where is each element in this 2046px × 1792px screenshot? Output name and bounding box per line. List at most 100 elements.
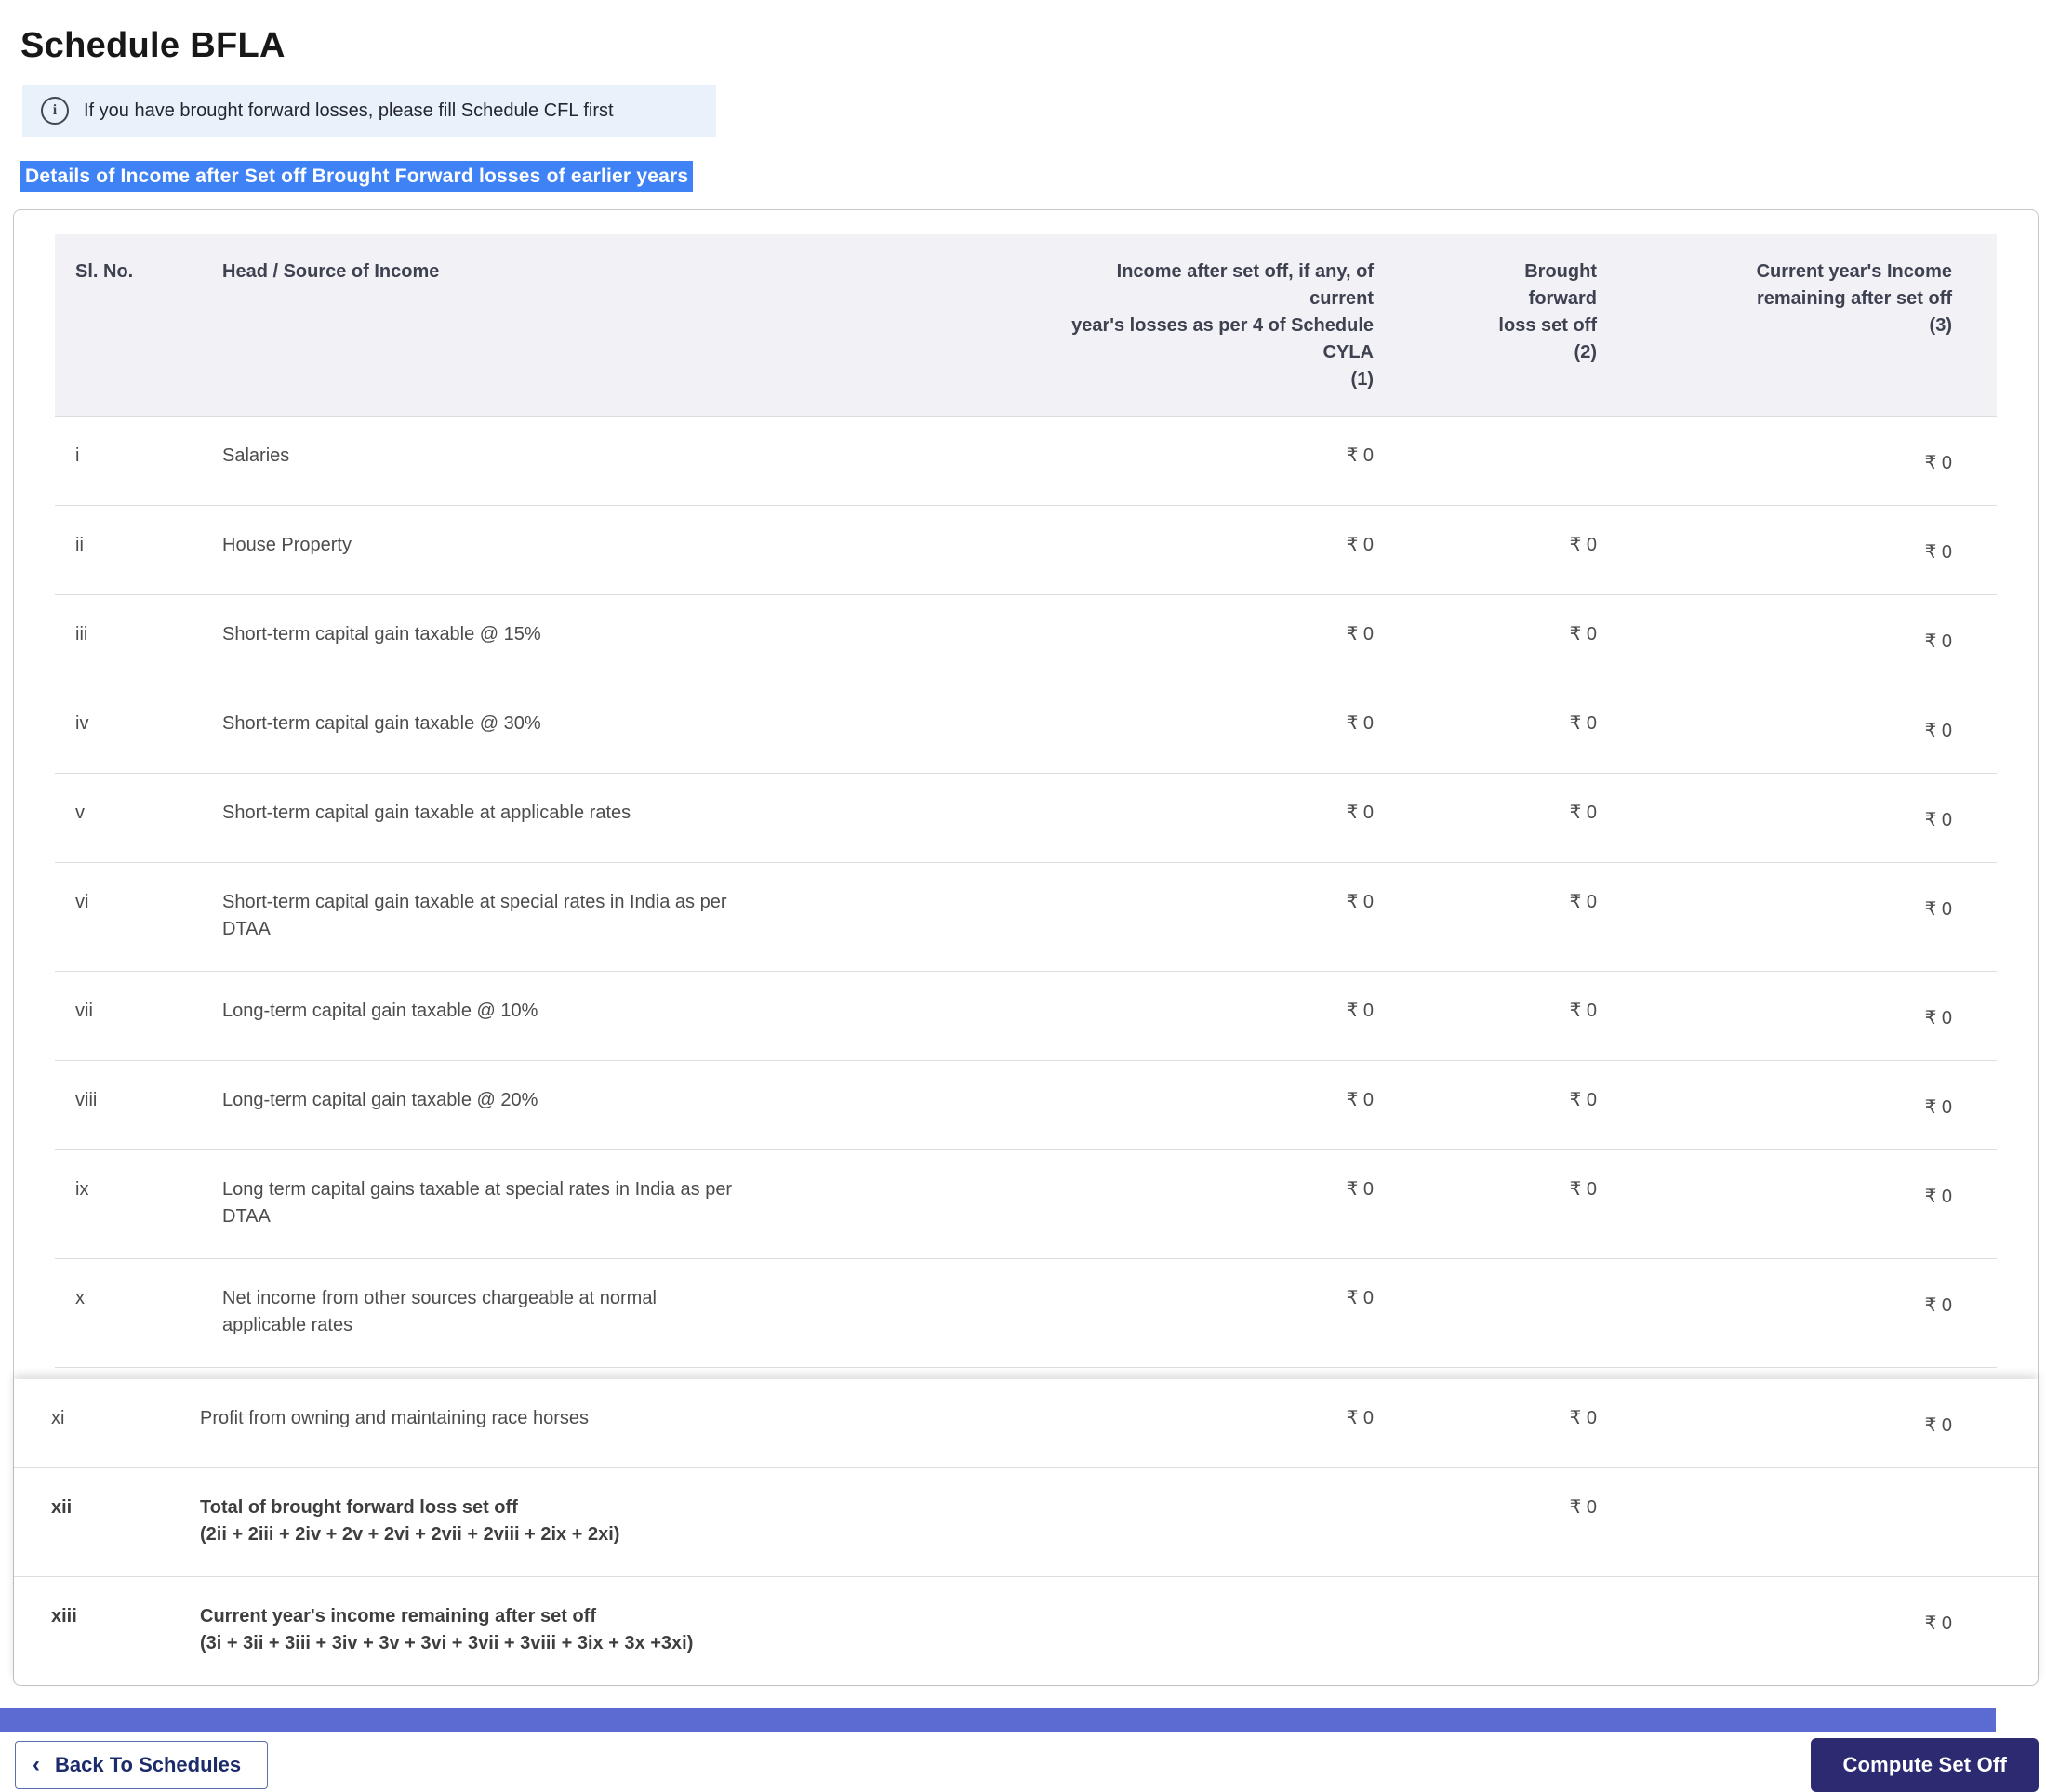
- row-col1-value: ₹ 0: [974, 417, 1402, 506]
- row-col1-value: ₹ 0: [974, 684, 1402, 774]
- row-sl: iv: [55, 684, 222, 774]
- row-col1-value: [974, 1577, 1402, 1686]
- row-col1-value: ₹ 0: [974, 972, 1402, 1061]
- header-col3: Current year's Income remaining after se…: [1625, 234, 1997, 417]
- row-col2-value: ₹ 0: [1402, 1061, 1625, 1150]
- row-label: Salaries: [222, 417, 974, 506]
- header-sl-no: Sl. No.: [55, 234, 222, 417]
- row-col2-value: ₹ 0: [1402, 774, 1625, 863]
- row-sl: xii: [14, 1468, 200, 1577]
- header-col1: Income after set off, if any, of current…: [974, 234, 1402, 417]
- row-sl: xiii: [14, 1577, 200, 1686]
- row-sl: ix: [55, 1150, 222, 1259]
- table-header-row: Sl. No. Head / Source of Income Income a…: [55, 234, 1997, 417]
- row-col3-value: ₹ 0: [1625, 1577, 2038, 1686]
- row-col3-value: ₹ 0: [1625, 595, 1997, 684]
- table-row: vi Short-term capital gain taxable at sp…: [55, 863, 1997, 972]
- row-col2-value: ₹ 0: [1402, 972, 1625, 1061]
- table-row: v Short-term capital gain taxable at app…: [55, 774, 1997, 863]
- bfla-table: Sl. No. Head / Source of Income Income a…: [55, 234, 1997, 1368]
- row-sl: viii: [55, 1061, 222, 1150]
- table-row: viii Long-term capital gain taxable @ 20…: [55, 1061, 1997, 1150]
- row-col2-value: [1402, 1577, 1625, 1686]
- row-col3-value: ₹ 0: [1625, 417, 1997, 506]
- table-row: iv Short-term capital gain taxable @ 30%…: [55, 684, 1997, 774]
- row-col3-value: ₹ 0: [1625, 506, 1997, 595]
- row-sl: xi: [14, 1379, 200, 1468]
- table-row: ix Long term capital gains taxable at sp…: [55, 1150, 1997, 1259]
- row-col1-value: [974, 1468, 1402, 1577]
- row-col2-value: ₹ 0: [1402, 595, 1625, 684]
- action-bar: ‹ Back To Schedules Compute Set Off: [15, 1738, 2039, 1792]
- table-row: xi Profit from owning and maintaining ra…: [14, 1379, 2038, 1468]
- header-col2: Brought forward loss set off (2): [1402, 234, 1625, 417]
- row-col2-value: ₹ 0: [1402, 1379, 1625, 1468]
- row-sl: i: [55, 417, 222, 506]
- row-sl: v: [55, 774, 222, 863]
- table-row: i Salaries ₹ 0 ₹ 0: [55, 417, 1997, 506]
- back-to-schedules-button[interactable]: ‹ Back To Schedules: [15, 1741, 268, 1789]
- row-col1-value: ₹ 0: [974, 1061, 1402, 1150]
- row-col2-value: [1402, 417, 1625, 506]
- table-wrap: Sl. No. Head / Source of Income Income a…: [14, 210, 2038, 1368]
- row-col3-value: [1625, 1468, 2038, 1577]
- row-col3-value: ₹ 0: [1625, 1379, 2038, 1468]
- row-col3-value: ₹ 0: [1625, 774, 1997, 863]
- row-label: Current year's income remaining after se…: [200, 1577, 974, 1686]
- row-label: Total of brought forward loss set off (2…: [200, 1468, 974, 1577]
- row-col3-value: ₹ 0: [1625, 1150, 1997, 1259]
- row-col3-value: ₹ 0: [1625, 1259, 1997, 1368]
- row-col2-value: ₹ 0: [1402, 506, 1625, 595]
- row-label: Short-term capital gain taxable at speci…: [222, 863, 974, 972]
- info-icon: i: [41, 97, 69, 125]
- bfla-footer-table: xi Profit from owning and maintaining ra…: [14, 1379, 2038, 1685]
- row-col2-value: [1402, 1259, 1625, 1368]
- row-col1-value: ₹ 0: [974, 506, 1402, 595]
- table-row: ii House Property ₹ 0 ₹ 0 ₹ 0: [55, 506, 1997, 595]
- info-banner: i If you have brought forward losses, pl…: [22, 85, 716, 137]
- row-label: Long term capital gains taxable at speci…: [222, 1150, 974, 1259]
- chevron-left-icon: ‹: [33, 1754, 40, 1776]
- row-col2-value: ₹ 0: [1402, 1468, 1625, 1577]
- row-col1-value: ₹ 0: [974, 863, 1402, 972]
- header-source: Head / Source of Income: [222, 234, 974, 417]
- row-col1-value: ₹ 0: [974, 1379, 1402, 1468]
- table-row-total-bfl: xii Total of brought forward loss set of…: [14, 1468, 2038, 1577]
- row-label: Short-term capital gain taxable @ 15%: [222, 595, 974, 684]
- row-col3-value: ₹ 0: [1625, 863, 1997, 972]
- row-sl: ii: [55, 506, 222, 595]
- row-label: Short-term capital gain taxable at appli…: [222, 774, 974, 863]
- row-label: Long-term capital gain taxable @ 10%: [222, 972, 974, 1061]
- row-label: Net income from other sources chargeable…: [222, 1259, 974, 1368]
- row-col2-value: ₹ 0: [1402, 684, 1625, 774]
- row-col1-value: ₹ 0: [974, 1259, 1402, 1368]
- page-header: Schedule BFLA i If you have brought forw…: [0, 0, 2046, 202]
- row-label: Short-term capital gain taxable @ 30%: [222, 684, 974, 774]
- row-col3-value: ₹ 0: [1625, 1061, 1997, 1150]
- row-sl: x: [55, 1259, 222, 1368]
- row-col1-value: ₹ 0: [974, 1150, 1402, 1259]
- table-row: vii Long-term capital gain taxable @ 10%…: [55, 972, 1997, 1061]
- info-banner-text: If you have brought forward losses, plea…: [84, 100, 614, 122]
- row-col3-value: ₹ 0: [1625, 684, 1997, 774]
- page-title: Schedule BFLA: [20, 26, 2046, 66]
- back-button-label: Back To Schedules: [55, 1753, 241, 1777]
- table-row-income-remaining: xiii Current year's income remaining aft…: [14, 1577, 2038, 1686]
- row-sl: vii: [55, 972, 222, 1061]
- bottom-bar: [0, 1708, 1996, 1732]
- table-footer-section: xi Profit from owning and maintaining ra…: [14, 1379, 2038, 1685]
- compute-set-off-button[interactable]: Compute Set Off: [1811, 1738, 2039, 1792]
- row-col1-value: ₹ 0: [974, 774, 1402, 863]
- section-title: Details of Income after Set off Brought …: [20, 161, 693, 192]
- row-sl: vi: [55, 863, 222, 972]
- bfla-table-card: Sl. No. Head / Source of Income Income a…: [13, 209, 2039, 1686]
- table-row: iii Short-term capital gain taxable @ 15…: [55, 595, 1997, 684]
- row-col2-value: ₹ 0: [1402, 863, 1625, 972]
- table-row: x Net income from other sources chargeab…: [55, 1259, 1997, 1368]
- row-col1-value: ₹ 0: [974, 595, 1402, 684]
- row-sl: iii: [55, 595, 222, 684]
- row-label: Long-term capital gain taxable @ 20%: [222, 1061, 974, 1150]
- row-label: House Property: [222, 506, 974, 595]
- row-col2-value: ₹ 0: [1402, 1150, 1625, 1259]
- row-col3-value: ₹ 0: [1625, 972, 1997, 1061]
